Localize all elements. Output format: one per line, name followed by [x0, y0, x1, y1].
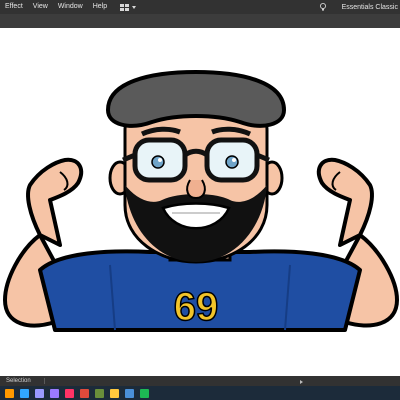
- workspace-label[interactable]: Essentials Classic: [342, 4, 400, 11]
- menu-effect[interactable]: Effect: [0, 0, 28, 14]
- workspace-switcher-icon: [120, 3, 130, 11]
- taskbar: [0, 386, 400, 400]
- menu-window[interactable]: Window: [53, 0, 88, 14]
- app-icon-7[interactable]: [95, 388, 104, 398]
- lightbulb-icon[interactable]: [318, 2, 328, 12]
- app-icon-9[interactable]: [125, 388, 134, 398]
- menu-bar: Effect View Window Help Essentials Class…: [0, 0, 400, 14]
- indesign-app-icon[interactable]: [65, 388, 74, 398]
- menu-view[interactable]: View: [28, 0, 53, 14]
- chevron-down-icon: [132, 5, 137, 9]
- current-tool-label: Selection: [6, 378, 31, 384]
- caricature-illustration: 69: [3, 69, 399, 332]
- menu-help[interactable]: Help: [88, 0, 112, 14]
- status-bar: Selection: [0, 376, 400, 386]
- jersey-number: 69: [174, 285, 219, 329]
- premiere-app-icon[interactable]: [35, 388, 44, 398]
- workspace-switcher-button[interactable]: [120, 3, 137, 11]
- control-bar: [0, 14, 400, 28]
- app-icon-10[interactable]: [140, 388, 149, 398]
- artboard-canvas[interactable]: 69: [0, 28, 400, 376]
- aftereffects-app-icon[interactable]: [50, 388, 59, 398]
- illustrator-app-icon[interactable]: [5, 388, 14, 398]
- photoshop-app-icon[interactable]: [20, 388, 29, 398]
- app-icon-6[interactable]: [80, 388, 89, 398]
- grey-beanie: [105, 69, 287, 128]
- app-icon-8[interactable]: [110, 388, 119, 398]
- status-menu-caret-icon[interactable]: [300, 380, 303, 384]
